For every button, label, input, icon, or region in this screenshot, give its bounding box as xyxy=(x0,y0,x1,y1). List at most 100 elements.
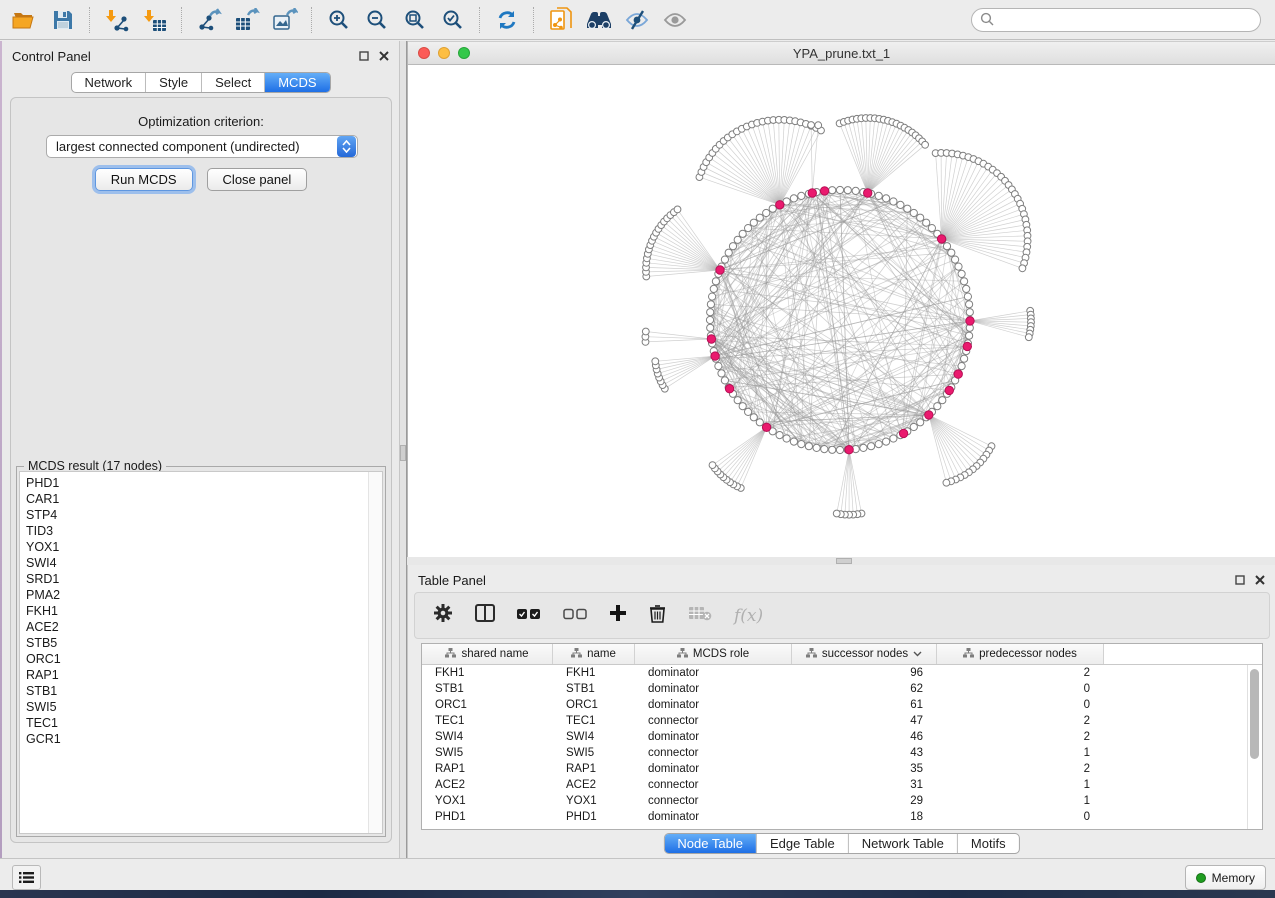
mcds-result-item[interactable]: TEC1 xyxy=(26,715,382,731)
network-hub-node[interactable] xyxy=(925,411,933,419)
table-cell[interactable]: dominator xyxy=(635,699,792,711)
table-row[interactable]: FKH1FKH1dominator962 xyxy=(422,665,1262,681)
network-hub-node[interactable] xyxy=(776,201,784,209)
vertical-splitter[interactable] xyxy=(400,41,407,858)
table-cell[interactable]: connector xyxy=(635,715,792,727)
network-node[interactable] xyxy=(707,324,714,331)
table-row[interactable]: PHD1PHD1dominator180 xyxy=(422,809,1262,825)
table-cell[interactable]: 0 xyxy=(937,811,1104,823)
table-row[interactable]: RAP1RAP1dominator352 xyxy=(422,761,1262,777)
network-node[interactable] xyxy=(756,419,763,426)
network-node[interactable] xyxy=(890,435,897,442)
network-node[interactable] xyxy=(964,293,971,300)
table-row[interactable]: SWI4SWI4dominator462 xyxy=(422,729,1262,745)
network-node[interactable] xyxy=(844,187,851,194)
column-header-predecessor-nodes[interactable]: predecessor nodes xyxy=(937,644,1104,664)
network-node[interactable] xyxy=(798,441,805,448)
mcds-result-item[interactable]: SRD1 xyxy=(26,571,382,587)
network-node[interactable] xyxy=(860,444,867,451)
table-row[interactable]: YOX1YOX1connector291 xyxy=(422,793,1262,809)
network-node[interactable] xyxy=(955,263,962,270)
table-cell[interactable]: 46 xyxy=(792,731,937,743)
network-node[interactable] xyxy=(958,270,965,277)
mcds-result-list[interactable]: PHD1CAR1STP4TID3YOX1SWI4SRD1PMA2FKH1ACE2… xyxy=(19,471,383,834)
node-table[interactable]: shared namenameMCDS rolesuccessor nodesp… xyxy=(421,643,1263,830)
network-node[interactable] xyxy=(923,219,930,226)
network-node[interactable] xyxy=(917,419,924,426)
mcds-result-item[interactable]: STP4 xyxy=(26,507,382,523)
tab-network[interactable]: Network xyxy=(71,73,146,92)
network-node[interactable] xyxy=(836,186,843,193)
table-cell[interactable]: 1 xyxy=(937,779,1104,791)
network-node[interactable] xyxy=(715,363,722,370)
save-session-icon[interactable] xyxy=(44,4,82,36)
table-cell[interactable]: 2 xyxy=(937,731,1104,743)
export-network-icon[interactable] xyxy=(190,4,228,36)
tab-node-table[interactable]: Node Table xyxy=(664,834,757,853)
tab-motifs[interactable]: Motifs xyxy=(958,834,1019,853)
deselect-all-icon[interactable] xyxy=(563,607,587,625)
mcds-result-item[interactable]: STB5 xyxy=(26,635,382,651)
table-cell[interactable]: dominator xyxy=(635,731,792,743)
table-cell[interactable]: 2 xyxy=(937,667,1104,679)
table-cell[interactable]: STB1 xyxy=(553,683,635,695)
table-cell[interactable]: SWI4 xyxy=(553,731,635,743)
network-node[interactable] xyxy=(739,403,746,410)
table-cell[interactable]: SWI4 xyxy=(422,731,553,743)
table-row[interactable]: SWI5SWI5connector431 xyxy=(422,745,1262,761)
horizontal-splitter[interactable] xyxy=(407,557,1275,565)
network-hub-node[interactable] xyxy=(945,386,953,394)
list-scrollbar[interactable] xyxy=(368,472,382,833)
network-node[interactable] xyxy=(966,332,973,339)
export-image-icon[interactable] xyxy=(266,4,304,36)
network-node[interactable] xyxy=(910,209,917,216)
table-scrollbar[interactable] xyxy=(1247,665,1262,829)
network-node[interactable] xyxy=(813,444,820,451)
network-node[interactable] xyxy=(833,510,840,517)
tab-edge-table[interactable]: Edge Table xyxy=(757,834,849,853)
memory-button[interactable]: Memory xyxy=(1185,865,1266,890)
table-cell[interactable]: dominator xyxy=(635,763,792,775)
table-cell[interactable]: 2 xyxy=(937,715,1104,727)
mcds-result-item[interactable]: ORC1 xyxy=(26,651,382,667)
network-node[interactable] xyxy=(642,328,649,335)
table-cell[interactable]: connector xyxy=(635,747,792,759)
network-node[interactable] xyxy=(707,309,714,316)
network-node[interactable] xyxy=(710,285,717,292)
network-node[interactable] xyxy=(966,301,973,308)
network-hub-node[interactable] xyxy=(954,370,962,378)
network-hub-node[interactable] xyxy=(725,385,733,393)
network-node[interactable] xyxy=(836,446,843,453)
table-settings-gear-icon[interactable] xyxy=(433,603,453,628)
network-node[interactable] xyxy=(883,438,890,445)
tab-select[interactable]: Select xyxy=(202,73,265,92)
table-row[interactable]: ACE2ACE2connector311 xyxy=(422,777,1262,793)
network-node[interactable] xyxy=(709,293,716,300)
network-node[interactable] xyxy=(769,205,776,212)
mcds-result-item[interactable]: YOX1 xyxy=(26,539,382,555)
table-cell[interactable]: TEC1 xyxy=(553,715,635,727)
zoom-fit-icon[interactable] xyxy=(396,4,434,36)
refresh-icon[interactable] xyxy=(488,4,526,36)
table-cell[interactable]: SWI5 xyxy=(553,747,635,759)
network-hub-node[interactable] xyxy=(808,189,816,197)
table-row[interactable]: ORC1ORC1dominator610 xyxy=(422,697,1262,713)
network-node[interactable] xyxy=(739,230,746,237)
table-cell[interactable]: 47 xyxy=(792,715,937,727)
network-node[interactable] xyxy=(729,243,736,250)
splitter-grip[interactable] xyxy=(836,558,852,564)
network-node[interactable] xyxy=(815,122,822,129)
network-node[interactable] xyxy=(706,316,713,323)
network-node[interactable] xyxy=(808,122,815,129)
table-cell[interactable]: YOX1 xyxy=(553,795,635,807)
close-panel-icon[interactable] xyxy=(1253,573,1267,587)
network-node[interactable] xyxy=(852,187,859,194)
mcds-result-item[interactable]: TID3 xyxy=(26,523,382,539)
network-node[interactable] xyxy=(745,225,752,232)
scrollbar-thumb[interactable] xyxy=(1250,669,1259,759)
network-node[interactable] xyxy=(966,309,973,316)
table-cell[interactable]: 96 xyxy=(792,667,937,679)
task-history-button[interactable] xyxy=(12,865,41,890)
show-columns-icon[interactable] xyxy=(475,604,495,627)
mcds-result-item[interactable]: PMA2 xyxy=(26,587,382,603)
